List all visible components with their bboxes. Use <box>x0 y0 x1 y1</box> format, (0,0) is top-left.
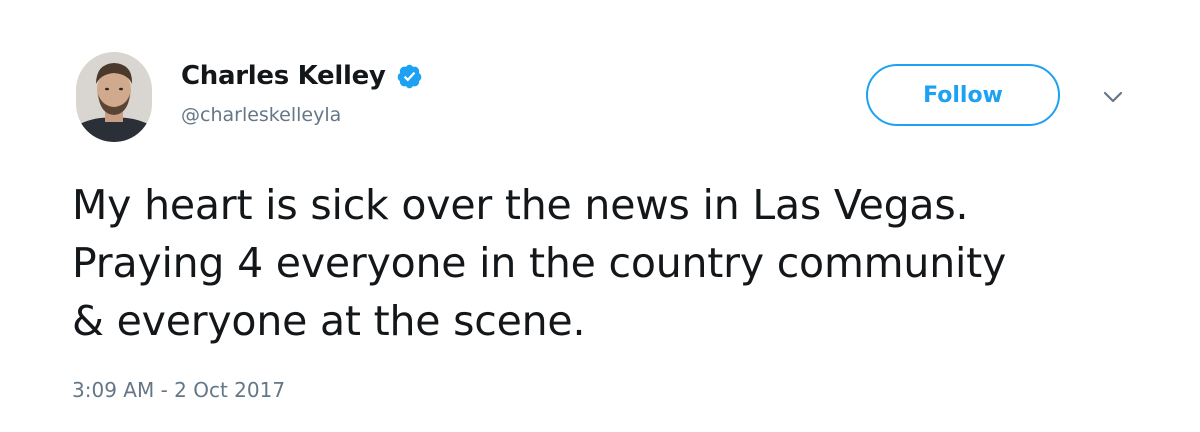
tweet-timestamp[interactable]: 3:09 AM - 2 Oct 2017 <box>72 378 285 402</box>
user-handle[interactable]: @charleskelleyla <box>181 104 341 126</box>
chevron-down-icon[interactable] <box>1101 89 1125 105</box>
tweet-text-line: Praying 4 everyone in the country commun… <box>72 239 1007 287</box>
display-name[interactable]: Charles Kelley <box>181 61 386 91</box>
name-row: Charles Kelley <box>181 56 423 96</box>
tweet-text-line: My heart is sick over the news in Las Ve… <box>72 181 969 229</box>
avatar-photo <box>76 52 152 142</box>
follow-button[interactable]: Follow <box>866 64 1060 126</box>
tweet-text-line: & everyone at the scene. <box>72 297 586 345</box>
verified-badge-icon <box>397 64 421 88</box>
avatar[interactable] <box>76 52 152 142</box>
tweet-text: My heart is sick over the news in Las Ve… <box>72 176 1172 350</box>
tweet-card: Charles Kelley @charleskelleyla Follow M… <box>0 0 1200 432</box>
